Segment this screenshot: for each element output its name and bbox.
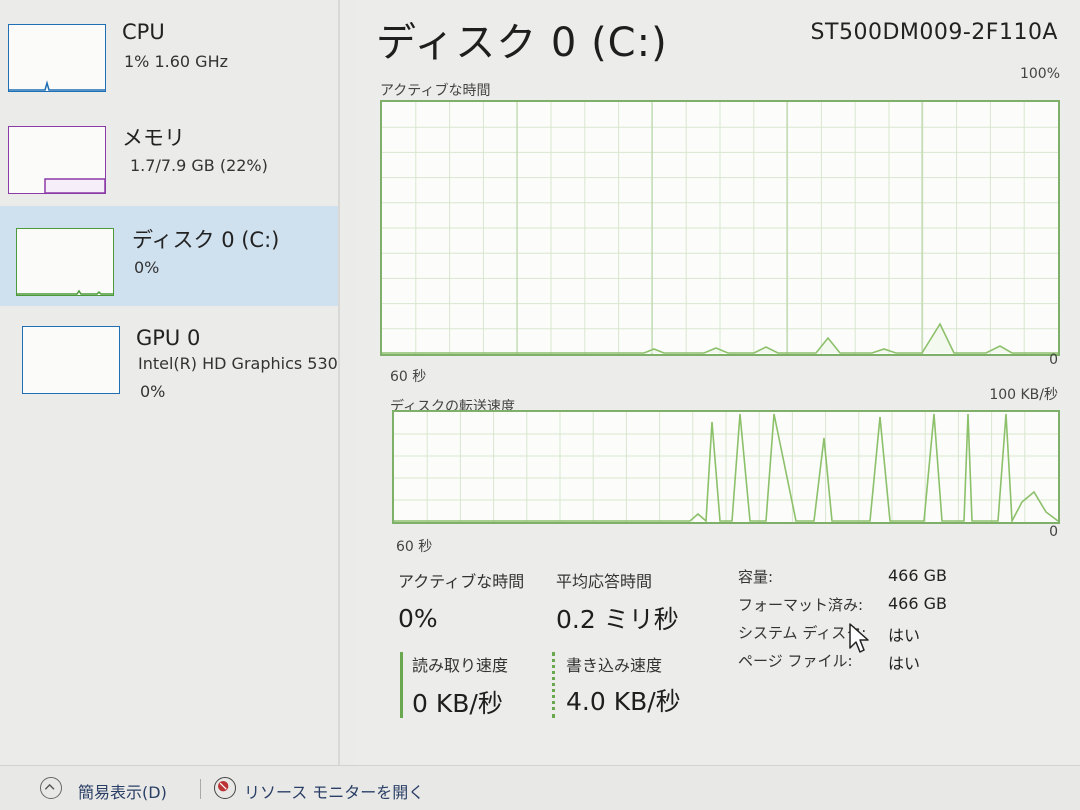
sidebar-item-value-2: 0% (140, 382, 166, 401)
footer: 簡易表示(D) リソース モニターを開く (0, 765, 1080, 810)
avg-response-stat-label: 平均応答時間 (556, 572, 653, 591)
resource-monitor-label: リソース モニターを開く (244, 783, 425, 802)
open-resource-monitor-link[interactable]: リソース モニターを開く (214, 777, 434, 802)
disk-thumbnail-graph (16, 228, 114, 296)
sidebar-item-memory[interactable]: メモリ 1.7/7.9 GB (22%) (0, 104, 338, 204)
sidebar-item-label: CPU (122, 20, 165, 44)
read-speed-legend-bar (400, 652, 403, 718)
memory-thumbnail-graph (8, 126, 106, 194)
resource-monitor-icon (214, 777, 236, 799)
avg-response-stat-value: 0.2 ミリ秒 (556, 605, 679, 634)
active-time-stat-label: アクティブな時間 (398, 572, 525, 591)
capacity-value: 466 GB (888, 566, 947, 585)
disk-model: ST500DM009-2F110A (810, 20, 1058, 45)
transfer-rate-graph (392, 410, 1060, 524)
sidebar-item-value: Intel(R) HD Graphics 530 (138, 354, 338, 373)
page-file-value: はい (888, 654, 921, 673)
formatted-key: フォーマット済み: (738, 596, 864, 614)
fewer-details-label: 簡易表示(D) (78, 783, 167, 802)
sidebar-item-value: 0% (134, 258, 160, 277)
read-speed-stat-value: 0 KB/秒 (412, 689, 503, 718)
mouse-cursor-icon (848, 622, 872, 656)
active-graph-label: アクティブな時間 (380, 83, 491, 99)
chevron-up-icon (40, 777, 62, 799)
write-speed-legend-bar (552, 652, 555, 718)
footer-divider (0, 765, 1080, 766)
formatted-value: 466 GB (888, 594, 947, 613)
sidebar-item-value: 1.7/7.9 GB (22%) (130, 156, 268, 175)
transfer-graph-time-label: 60 秒 (396, 539, 433, 555)
sidebar-item-gpu-0[interactable]: GPU 0 Intel(R) HD Graphics 530 0% (0, 310, 338, 410)
sidebar-divider (338, 0, 340, 765)
sidebar-item-label: ディスク 0 (C:) (132, 228, 280, 252)
sidebar-item-label: メモリ (122, 126, 185, 150)
sidebar: CPU 1% 1.60 GHz メモリ 1.7/7.9 GB (22%) ディス… (0, 0, 355, 765)
active-time-stat-value: 0% (398, 604, 438, 633)
active-time-graph (380, 100, 1060, 356)
footer-separator (200, 779, 201, 799)
sidebar-item-label: GPU 0 (136, 326, 201, 350)
sidebar-item-disk-0[interactable]: ディスク 0 (C:) 0% (0, 206, 338, 306)
transfer-graph-max-label: 100 KB/秒 (989, 387, 1058, 403)
write-speed-stat-value: 4.0 KB/秒 (566, 687, 681, 716)
page-title: ディスク 0 (C:) (376, 20, 668, 66)
capacity-key: 容量: (738, 568, 774, 586)
sidebar-item-cpu[interactable]: CPU 1% 1.60 GHz (0, 0, 338, 100)
system-disk-value: はい (888, 626, 921, 645)
cpu-thumbnail-graph (8, 24, 106, 92)
gpu-thumbnail-graph (22, 326, 120, 394)
read-speed-stat-label: 読み取り速度 (412, 656, 509, 675)
active-graph-time-label: 60 秒 (390, 369, 427, 385)
fewer-details-button[interactable]: 簡易表示(D) (40, 777, 190, 802)
transfer-graph-min-label: 0 (1049, 524, 1058, 540)
page-file-key: ページ ファイル: (738, 652, 853, 670)
write-speed-stat-label: 書き込み速度 (566, 656, 663, 675)
active-graph-min-label: 0 (1049, 352, 1058, 368)
active-graph-max-label: 100% (1019, 66, 1060, 82)
sidebar-item-value: 1% 1.60 GHz (124, 52, 229, 71)
